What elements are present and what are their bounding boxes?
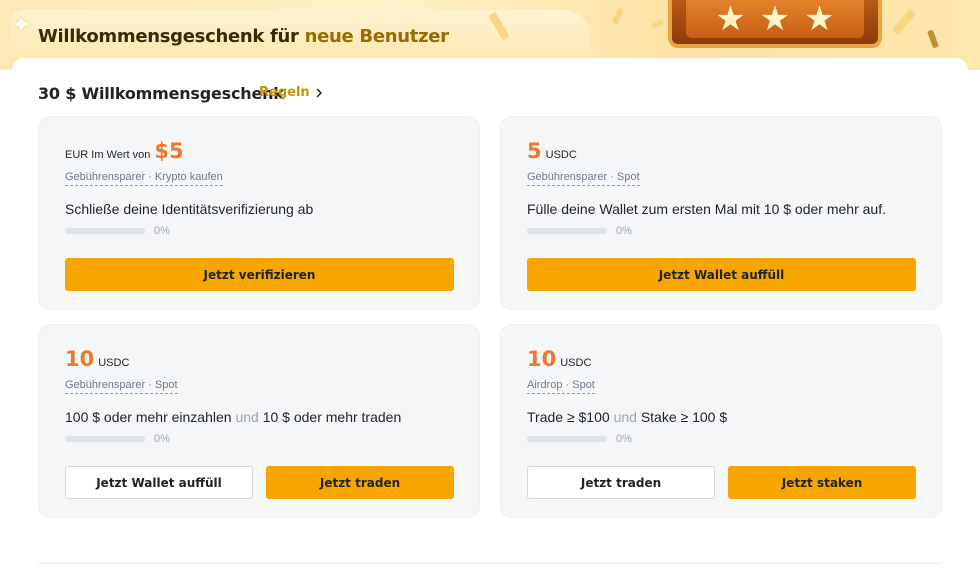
section-title: 30 $ Willkommensgeschenk (38, 84, 284, 103)
star-icon: ★ (759, 0, 791, 38)
task-text: Trade ≥ $100 (527, 409, 610, 425)
rules-link-label: Regeln (259, 85, 310, 100)
task-text: 10 $ oder mehr traden (262, 409, 402, 425)
confetti-icon (611, 7, 625, 25)
reward-amount: 5 USDC (527, 139, 577, 163)
amount-value: 5 (527, 139, 542, 163)
stars-icon: ★ ★ ★ (686, 0, 864, 38)
task-connector: und (613, 409, 637, 425)
progress-track (65, 228, 145, 234)
progress-track (527, 436, 607, 442)
banner-title: Willkommensgeschenk für neue Benutzer (38, 26, 449, 47)
banner-title-accent: neue Benutzer (304, 26, 449, 47)
task-connector: und (235, 409, 259, 425)
fund-wallet-button[interactable]: Jetzt Wallet auffüll (65, 466, 253, 499)
reward-amount: 10 USDC (527, 347, 591, 371)
amount-unit: USDC (98, 357, 130, 369)
task-progress: 0% (527, 225, 632, 237)
task-description: Fülle deine Wallet zum ersten Mal mit 10… (527, 201, 886, 217)
confetti-icon (927, 29, 939, 49)
chevron-right-icon (316, 88, 322, 97)
star-icon: ★ (804, 0, 835, 38)
task-text: Schließe deine Identitätsverifizierung a… (65, 201, 314, 217)
confetti-icon (891, 8, 917, 36)
task-text: Stake ≥ 100 $ (640, 409, 728, 425)
progress-percent: 0% (616, 433, 632, 445)
task-progress: 0% (65, 225, 170, 237)
task-text: Fülle deine Wallet zum ersten Mal mit 10… (527, 201, 886, 217)
progress-percent: 0% (154, 433, 170, 445)
task-description: Trade ≥ $100 und Stake ≥ 100 $ (527, 409, 727, 425)
reward-card-airdrop: 10 USDC Airdrop · Spot Trade ≥ $100 und … (500, 324, 942, 518)
reward-card-deposit: 5 USDC Gebührensparer · Spot Fülle deine… (500, 116, 942, 310)
reward-tags: Gebührensparer · Spot (527, 171, 640, 186)
trade-button[interactable]: Jetzt traden (266, 466, 454, 499)
banner-title-main: Willkommensgeschenk für (38, 26, 305, 47)
confetti-icon (651, 18, 664, 30)
progress-percent: 0% (616, 225, 632, 237)
reward-card-deposit-trade: 10 USDC Gebührensparer · Spot 100 $ oder… (38, 324, 480, 518)
fund-wallet-button[interactable]: Jetzt Wallet auffüll (527, 258, 916, 291)
reward-tags: Gebührensparer · Krypto kaufen (65, 171, 223, 186)
amount-value: $5 (154, 139, 184, 163)
amount-prefix: EUR Im Wert von (65, 149, 151, 161)
rules-link[interactable]: Regeln (259, 85, 324, 100)
task-description: 100 $ oder mehr einzahlen und 10 $ oder … (65, 409, 401, 425)
trade-button[interactable]: Jetzt traden (527, 466, 715, 499)
amount-unit: USDC (560, 357, 592, 369)
progress-percent: 0% (154, 225, 170, 237)
verify-button[interactable]: Jetzt verifizieren (65, 258, 454, 291)
stake-button[interactable]: Jetzt staken (728, 466, 916, 499)
amount-unit: USDC (545, 149, 577, 161)
amount-value: 10 (65, 347, 95, 371)
reward-card-identity: EUR Im Wert von $5 Gebührensparer · Kryp… (38, 116, 480, 310)
task-description: Schließe deine Identitätsverifizierung a… (65, 201, 313, 217)
reward-amount: 10 USDC (65, 347, 129, 371)
task-text: 100 $ oder mehr einzahlen (65, 409, 232, 425)
amount-value: 10 (527, 347, 557, 371)
reward-tags: Airdrop · Spot (527, 379, 595, 394)
gift-box-illustration: ★ ★ ★ (668, 0, 882, 48)
progress-track (527, 228, 607, 234)
sparkle-icon: ✦ (12, 12, 31, 37)
reward-tags: Gebührensparer · Spot (65, 379, 178, 394)
star-icon: ★ (715, 0, 746, 38)
progress-track (65, 436, 145, 442)
task-progress: 0% (65, 433, 170, 445)
section-divider (38, 563, 942, 564)
task-progress: 0% (527, 433, 632, 445)
reward-amount: EUR Im Wert von $5 (65, 139, 184, 163)
